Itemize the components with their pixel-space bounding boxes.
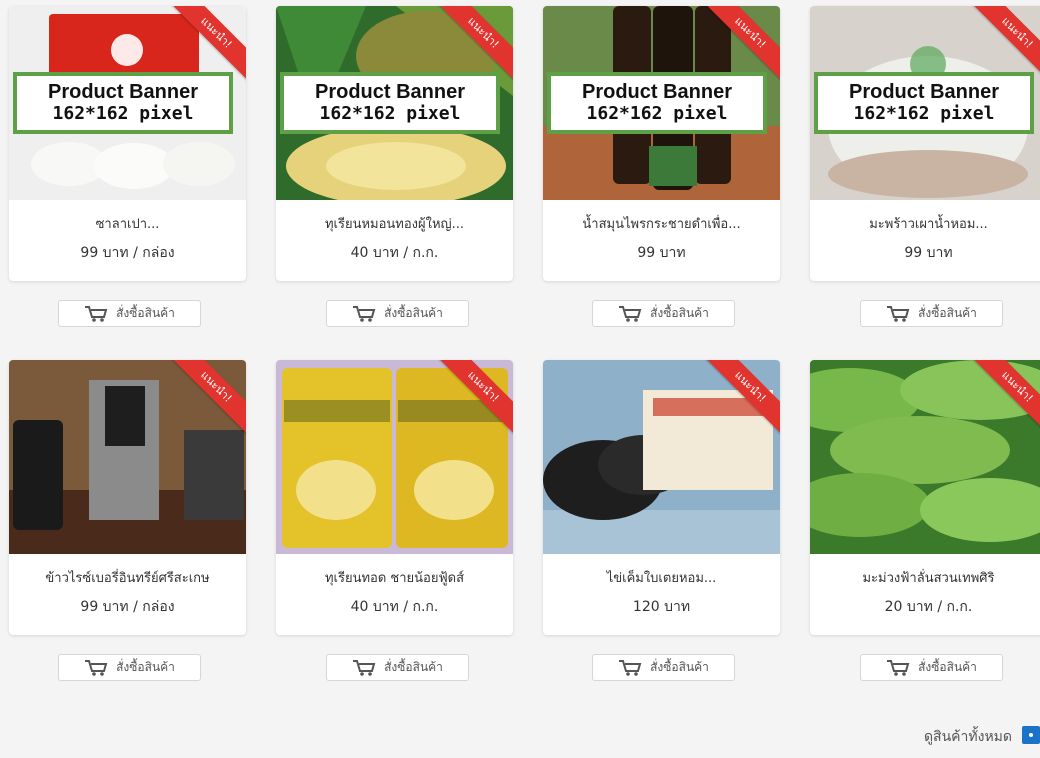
product-name[interactable]: ไข่เค็มใบเตยหอม... xyxy=(551,567,772,588)
banner-size: 162*162 pixel xyxy=(853,103,995,124)
product-image[interactable]: แนะนำ! xyxy=(810,360,1040,554)
product-name[interactable]: ทุเรียนหมอนทองผู้ใหญ่... xyxy=(284,213,505,234)
product-card[interactable]: แนะนำ! ทุเรียนทอด ชายน้อยฟู้ดส์ 40 บาท /… xyxy=(276,360,513,635)
cart-icon xyxy=(353,305,376,322)
product-price: 99 บาท / กล่อง xyxy=(80,599,175,615)
cart-icon xyxy=(85,659,108,676)
order-button[interactable]: สั่งซื้อสินค้า xyxy=(326,300,469,327)
order-button-label: สั่งซื้อสินค้า xyxy=(116,306,175,320)
product-name[interactable]: มะพร้าวเผาน้ำหอม... xyxy=(818,213,1039,234)
order-button-label: สั่งซื้อสินค้า xyxy=(116,660,175,674)
product-card[interactable]: แนะนำ! ข้าวไรซ์เบอรี่อินทรีย์ศรีสะเกษ 99… xyxy=(9,360,246,635)
view-all-button[interactable] xyxy=(1022,726,1040,744)
product-card[interactable]: แนะนำ! มะม่วงฟ้าลั่นสวนเทพศิริ 20 บาท / … xyxy=(810,360,1040,635)
view-all-link[interactable]: ดูสินค้าทั้งหมด xyxy=(924,726,1012,748)
product-image[interactable]: แนะนำ! Product Banner 162*162 pixel xyxy=(276,6,513,200)
product-image[interactable]: แนะนำ! xyxy=(276,360,513,554)
product-banner-placeholder: Product Banner 162*162 pixel xyxy=(547,72,767,134)
product-price: 99 บาท xyxy=(637,245,686,261)
product-image[interactable]: แนะนำ! Product Banner 162*162 pixel xyxy=(9,6,246,200)
product-price: 40 บาท / ก.ก. xyxy=(350,599,439,615)
product-name[interactable]: มะม่วงฟ้าลั่นสวนเทพศิริ xyxy=(818,567,1039,588)
order-button[interactable]: สั่งซื้อสินค้า xyxy=(860,654,1003,681)
product-name[interactable]: ซาลาเปา... xyxy=(17,213,238,234)
cart-icon xyxy=(85,305,108,322)
banner-size: 162*162 pixel xyxy=(586,103,728,124)
product-image[interactable]: แนะนำ! Product Banner 162*162 pixel xyxy=(810,6,1040,200)
order-button-label: สั่งซื้อสินค้า xyxy=(650,306,709,320)
product-price: 99 บาท xyxy=(904,245,953,261)
banner-title: Product Banner xyxy=(848,81,1000,103)
product-name[interactable]: น้ำสมุนไพรกระชายดำเพื่อ... xyxy=(551,213,772,234)
product-banner-placeholder: Product Banner 162*162 pixel xyxy=(814,72,1034,134)
product-card[interactable]: แนะนำ! Product Banner 162*162 pixel มะพร… xyxy=(810,6,1040,281)
order-button[interactable]: สั่งซื้อสินค้า xyxy=(326,654,469,681)
banner-title: Product Banner xyxy=(314,81,466,103)
order-button[interactable]: สั่งซื้อสินค้า xyxy=(592,654,735,681)
product-image[interactable]: แนะนำ! Product Banner 162*162 pixel xyxy=(543,6,780,200)
product-card[interactable]: แนะนำ! Product Banner 162*162 pixel ซาลา… xyxy=(9,6,246,281)
order-button-label: สั่งซื้อสินค้า xyxy=(384,306,443,320)
order-button-label: สั่งซื้อสินค้า xyxy=(918,660,977,674)
product-name[interactable]: ทุเรียนทอด ชายน้อยฟู้ดส์ xyxy=(284,567,505,588)
cart-icon xyxy=(887,659,910,676)
order-button[interactable]: สั่งซื้อสินค้า xyxy=(58,654,201,681)
order-button-label: สั่งซื้อสินค้า xyxy=(650,660,709,674)
product-banner-placeholder: Product Banner 162*162 pixel xyxy=(280,72,500,134)
cart-icon xyxy=(353,659,376,676)
banner-title: Product Banner xyxy=(581,81,733,103)
product-card[interactable]: แนะนำ! ไข่เค็มใบเตยหอม... 120 บาท xyxy=(543,360,780,635)
banner-size: 162*162 pixel xyxy=(52,103,194,124)
cart-icon xyxy=(619,305,642,322)
banner-size: 162*162 pixel xyxy=(319,103,461,124)
cart-icon xyxy=(887,305,910,322)
product-banner-placeholder: Product Banner 162*162 pixel xyxy=(13,72,233,134)
order-button-label: สั่งซื้อสินค้า xyxy=(384,660,443,674)
cart-icon xyxy=(619,659,642,676)
order-button[interactable]: สั่งซื้อสินค้า xyxy=(592,300,735,327)
product-price: 99 บาท / กล่อง xyxy=(80,245,175,261)
product-price: 40 บาท / ก.ก. xyxy=(350,245,439,261)
product-price: 20 บาท / ก.ก. xyxy=(884,599,973,615)
product-price: 120 บาท xyxy=(632,599,691,615)
order-button-label: สั่งซื้อสินค้า xyxy=(918,306,977,320)
product-card[interactable]: แนะนำ! Product Banner 162*162 pixel ทุเร… xyxy=(276,6,513,281)
product-card[interactable]: แนะนำ! Product Banner 162*162 pixel น้ำส… xyxy=(543,6,780,281)
product-image[interactable]: แนะนำ! xyxy=(9,360,246,554)
order-button[interactable]: สั่งซื้อสินค้า xyxy=(860,300,1003,327)
order-button[interactable]: สั่งซื้อสินค้า xyxy=(58,300,201,327)
product-name[interactable]: ข้าวไรซ์เบอรี่อินทรีย์ศรีสะเกษ xyxy=(17,567,238,588)
product-image[interactable]: แนะนำ! xyxy=(543,360,780,554)
banner-title: Product Banner xyxy=(47,81,199,103)
